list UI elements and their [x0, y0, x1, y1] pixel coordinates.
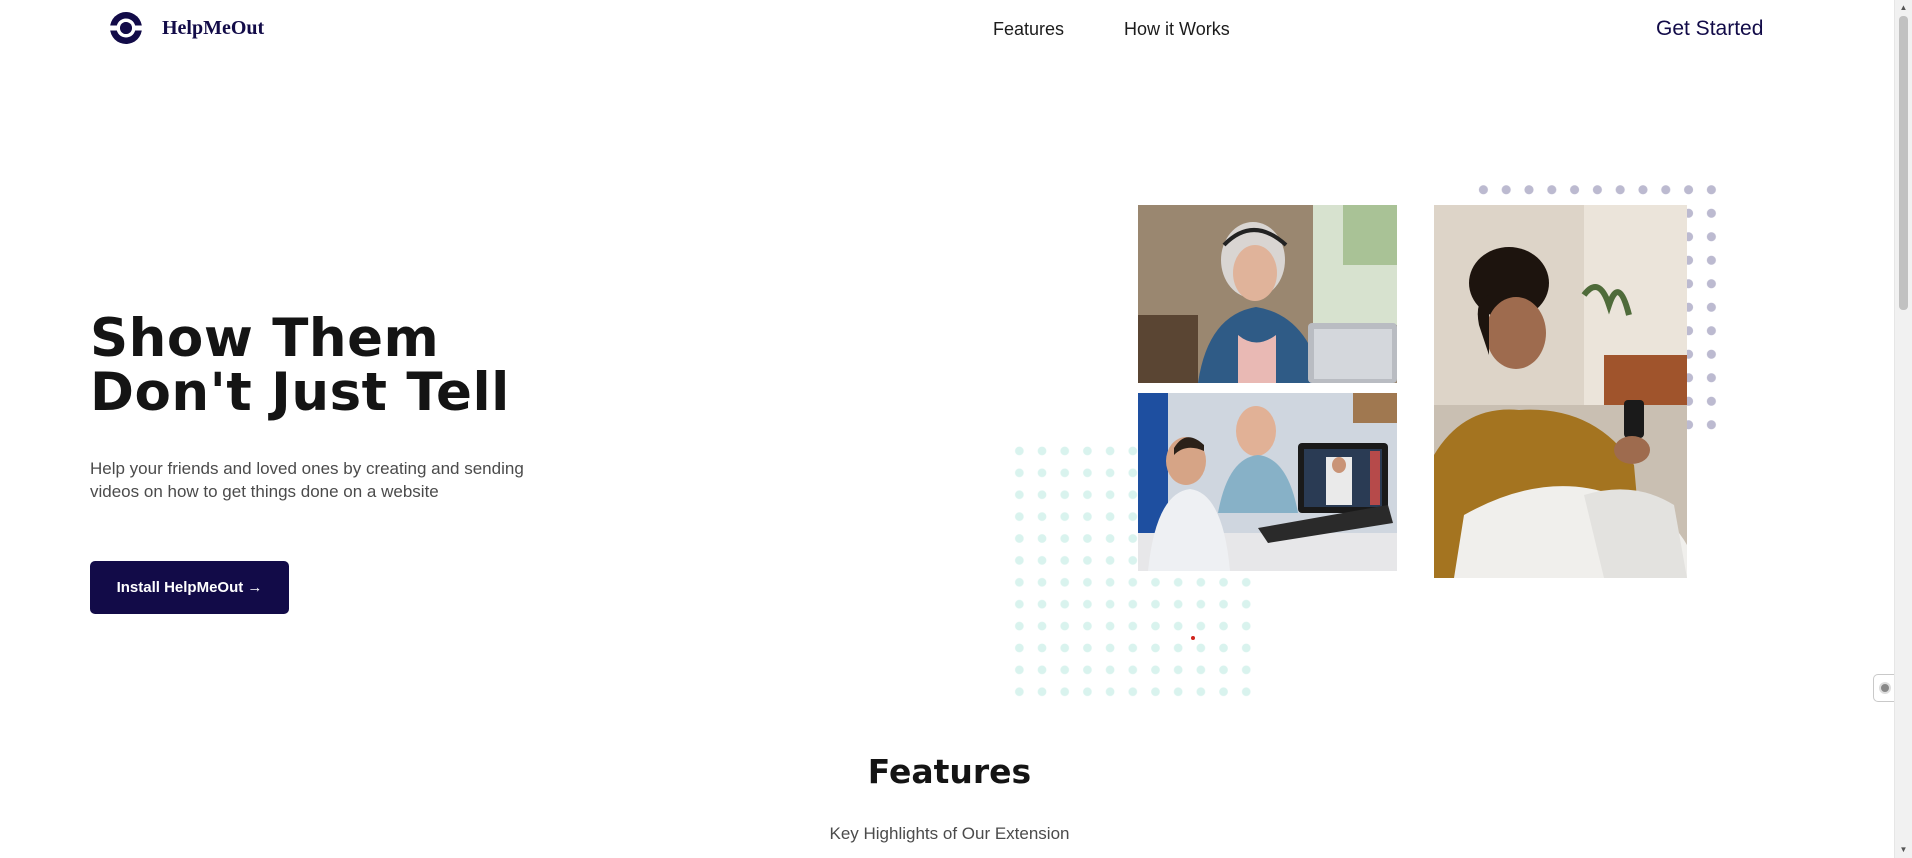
- top-navigation: HelpMeOut Features How it Works Get Star…: [0, 0, 1895, 60]
- page: HelpMeOut Features How it Works Get Star…: [0, 0, 1912, 858]
- logo-text: HelpMeOut: [162, 16, 265, 39]
- photo-woman-smiling-phone: [1434, 205, 1687, 578]
- hero-subtitle: Help your friends and loved ones by crea…: [90, 459, 524, 501]
- cursor-indicator-dot: [1191, 636, 1195, 640]
- widget-icon: [1879, 682, 1891, 694]
- logo-link[interactable]: HelpMeOut: [108, 10, 264, 46]
- scrollbar-thumb[interactable]: [1899, 16, 1908, 310]
- vertical-scrollbar[interactable]: ▲ ▼: [1894, 0, 1912, 858]
- photo-man-and-boy-video-call: [1138, 393, 1397, 571]
- nav-link-how-it-works[interactable]: How it Works: [1124, 19, 1230, 40]
- floating-widget-button[interactable]: [1873, 674, 1896, 702]
- features-heading: Features: [867, 752, 1032, 791]
- scroll-down-icon[interactable]: ▼: [1895, 842, 1912, 858]
- scroll-up-icon[interactable]: ▲: [1895, 0, 1912, 16]
- helpmeout-logo-icon: [108, 12, 144, 44]
- hero-title: Show Them Don't Just Tell: [90, 312, 510, 420]
- install-helpmeout-button[interactable]: Install HelpMeOut →: [90, 561, 289, 614]
- get-started-link[interactable]: Get Started: [1656, 17, 1763, 41]
- hero-title-line-1: Show Them: [90, 308, 440, 369]
- features-subheading: Key Highlights of Our Extension: [829, 824, 1070, 843]
- nav-links: Features How it Works: [993, 19, 1230, 40]
- hero-title-line-2: Don't Just Tell: [90, 362, 510, 423]
- nav-link-features[interactable]: Features: [993, 19, 1064, 40]
- photo-woman-headphones-laptop: [1138, 205, 1397, 383]
